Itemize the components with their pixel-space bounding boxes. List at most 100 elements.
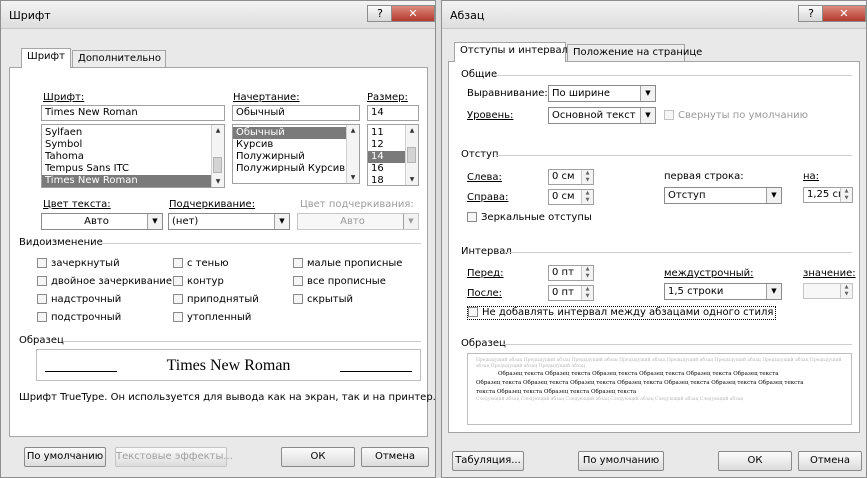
- list-item[interactable]: Sylfaen: [42, 127, 224, 139]
- text-color-select[interactable]: Авто ▼: [41, 213, 163, 230]
- mirror-indents-checkbox[interactable]: Зеркальные отступы: [467, 212, 592, 224]
- chevron-down-icon[interactable]: ▼: [403, 214, 418, 229]
- tab-indents-spacing[interactable]: Отступы и интервалы: [454, 42, 576, 62]
- checkbox-box[interactable]: [37, 312, 47, 322]
- font-list[interactable]: Sylfaen Symbol Tahoma Tempus Sans ITC Ti…: [41, 124, 225, 188]
- checkbox-box[interactable]: [173, 276, 183, 286]
- ok-button[interactable]: ОК: [718, 451, 792, 471]
- checkbox-box[interactable]: [468, 307, 478, 317]
- scroll-down-icon[interactable]: ▼: [212, 176, 224, 187]
- checkbox-box[interactable]: [37, 276, 47, 286]
- scroll-thumb[interactable]: [407, 147, 416, 163]
- close-icon[interactable]: ✕: [391, 5, 435, 22]
- strikethrough-checkbox[interactable]: зачеркнутый: [37, 258, 120, 270]
- spinner-arrows-icon[interactable]: ▲ ▼: [840, 188, 852, 202]
- hidden-checkbox[interactable]: скрытый: [293, 294, 353, 306]
- set-default-button[interactable]: По умолчанию: [578, 451, 664, 471]
- first-line-select[interactable]: Отступ ▼: [664, 187, 782, 204]
- font-dialog-titlebar[interactable]: Шрифт ? ✕: [1, 1, 435, 29]
- list-item[interactable]: Tempus Sans ITC: [42, 163, 224, 175]
- font-input[interactable]: Times New Roman: [41, 105, 225, 121]
- double-strikethrough-checkbox[interactable]: двойное зачеркивание: [37, 276, 172, 288]
- small-caps-checkbox[interactable]: малые прописные: [293, 258, 402, 270]
- chevron-down-icon[interactable]: ▼: [766, 188, 781, 203]
- checkbox-box[interactable]: [293, 258, 303, 268]
- spinner-arrows-icon[interactable]: ▲ ▼: [581, 190, 593, 204]
- text-effects-button[interactable]: Текстовые эффекты...: [115, 447, 233, 467]
- help-icon[interactable]: ?: [798, 5, 824, 22]
- paragraph-dialog-titlebar[interactable]: Абзац ? ✕: [442, 1, 866, 29]
- list-item[interactable]: Symbol: [42, 139, 224, 151]
- space-before-spinner[interactable]: 0 пт ▲ ▼: [548, 265, 594, 281]
- space-after-spinner[interactable]: 0 пт ▲ ▼: [548, 285, 594, 301]
- shadow-checkbox[interactable]: с тенью: [173, 258, 229, 270]
- underline-select[interactable]: (нет) ▼: [168, 213, 290, 230]
- list-item-selected[interactable]: 14: [368, 151, 405, 163]
- checkbox-box[interactable]: [37, 294, 47, 304]
- spinner-arrows-icon[interactable]: ▲ ▼: [581, 170, 593, 184]
- left-indent-spinner[interactable]: 0 см ▲ ▼: [548, 169, 594, 185]
- chevron-down-icon[interactable]: ▼: [640, 86, 655, 101]
- checkbox-box[interactable]: [37, 258, 47, 268]
- style-input[interactable]: Обычный: [232, 105, 360, 121]
- first-line-by-spinner[interactable]: 1,25 см ▲ ▼: [803, 187, 853, 203]
- all-caps-checkbox[interactable]: все прописные: [293, 276, 386, 288]
- checkbox-box[interactable]: [173, 294, 183, 304]
- first-line-label: первая строка:: [664, 171, 744, 182]
- list-item[interactable]: Tahoma: [42, 151, 224, 163]
- underline-color-select[interactable]: Авто ▼: [297, 213, 419, 230]
- spinner-arrows-icon[interactable]: ▲ ▼: [581, 266, 593, 280]
- engrave-checkbox[interactable]: утопленный: [173, 312, 251, 324]
- outline-checkbox[interactable]: контур: [173, 276, 224, 288]
- close-icon[interactable]: ✕: [822, 5, 866, 22]
- list-item-selected[interactable]: Times New Roman: [42, 175, 211, 187]
- style-list-scrollbar[interactable]: ▲ ▼: [346, 125, 359, 183]
- scroll-up-icon[interactable]: ▲: [212, 125, 224, 136]
- font-list-scrollbar[interactable]: ▲ ▼: [211, 125, 224, 187]
- checkbox-box[interactable]: [173, 258, 183, 268]
- set-default-button[interactable]: По умолчанию: [24, 447, 106, 467]
- checkbox-box[interactable]: [173, 312, 183, 322]
- chevron-down-icon[interactable]: ▼: [147, 214, 162, 229]
- checkbox-box[interactable]: [467, 212, 477, 222]
- checkbox-box[interactable]: [664, 110, 674, 120]
- outline-level-select[interactable]: Основной текст ▼: [548, 107, 656, 124]
- scroll-up-icon[interactable]: ▲: [347, 125, 359, 136]
- size-list-scrollbar[interactable]: ▲ ▼: [405, 125, 418, 185]
- alignment-select[interactable]: По ширине ▼: [548, 85, 656, 102]
- line-spacing-at-spinner[interactable]: ▲ ▼: [803, 283, 853, 299]
- tab-advanced[interactable]: Дополнительно: [72, 50, 166, 68]
- scroll-thumb[interactable]: [213, 157, 222, 173]
- collapsed-default-checkbox[interactable]: Свернуты по умолчанию: [664, 110, 808, 122]
- scroll-down-icon[interactable]: ▼: [406, 174, 418, 185]
- spinner-arrows-icon[interactable]: ▲ ▼: [581, 286, 593, 300]
- list-item[interactable]: Курсив: [233, 139, 359, 151]
- help-icon[interactable]: ?: [367, 5, 393, 22]
- spinner-arrows-icon[interactable]: ▲ ▼: [840, 284, 852, 298]
- cancel-button[interactable]: Отмена: [361, 447, 429, 467]
- emboss-checkbox[interactable]: приподнятый: [173, 294, 259, 306]
- chevron-down-icon[interactable]: ▼: [274, 214, 289, 229]
- list-item[interactable]: Полужирный: [233, 151, 359, 163]
- line-spacing-select[interactable]: 1,5 строки ▼: [664, 283, 782, 300]
- ok-button[interactable]: ОК: [281, 447, 355, 467]
- subscript-checkbox[interactable]: подстрочный: [37, 312, 121, 324]
- list-item-selected[interactable]: Обычный: [233, 127, 346, 139]
- list-item[interactable]: Полужирный Курсив: [233, 163, 359, 175]
- size-input[interactable]: 14: [367, 105, 419, 121]
- no-space-same-style-checkbox[interactable]: Не добавлять интервал между абзацами одн…: [467, 306, 777, 320]
- scroll-down-icon[interactable]: ▼: [347, 172, 359, 183]
- cancel-button[interactable]: Отмена: [798, 451, 862, 471]
- checkbox-box[interactable]: [293, 294, 303, 304]
- checkbox-box[interactable]: [293, 276, 303, 286]
- chevron-down-icon[interactable]: ▼: [766, 284, 781, 299]
- scroll-up-icon[interactable]: ▲: [406, 125, 418, 136]
- right-indent-spinner[interactable]: 0 см ▲ ▼: [548, 189, 594, 205]
- tab-page-position[interactable]: Положение на странице: [567, 44, 702, 62]
- style-list[interactable]: Обычный Курсив Полужирный Полужирный Кур…: [232, 124, 360, 184]
- tabs-button[interactable]: Табуляция...: [452, 451, 524, 471]
- size-list[interactable]: 11 12 14 16 18 ▲ ▼: [367, 124, 419, 186]
- chevron-down-icon[interactable]: ▼: [640, 108, 655, 123]
- superscript-checkbox[interactable]: надстрочный: [37, 294, 121, 306]
- tab-font[interactable]: Шрифт: [21, 48, 71, 68]
